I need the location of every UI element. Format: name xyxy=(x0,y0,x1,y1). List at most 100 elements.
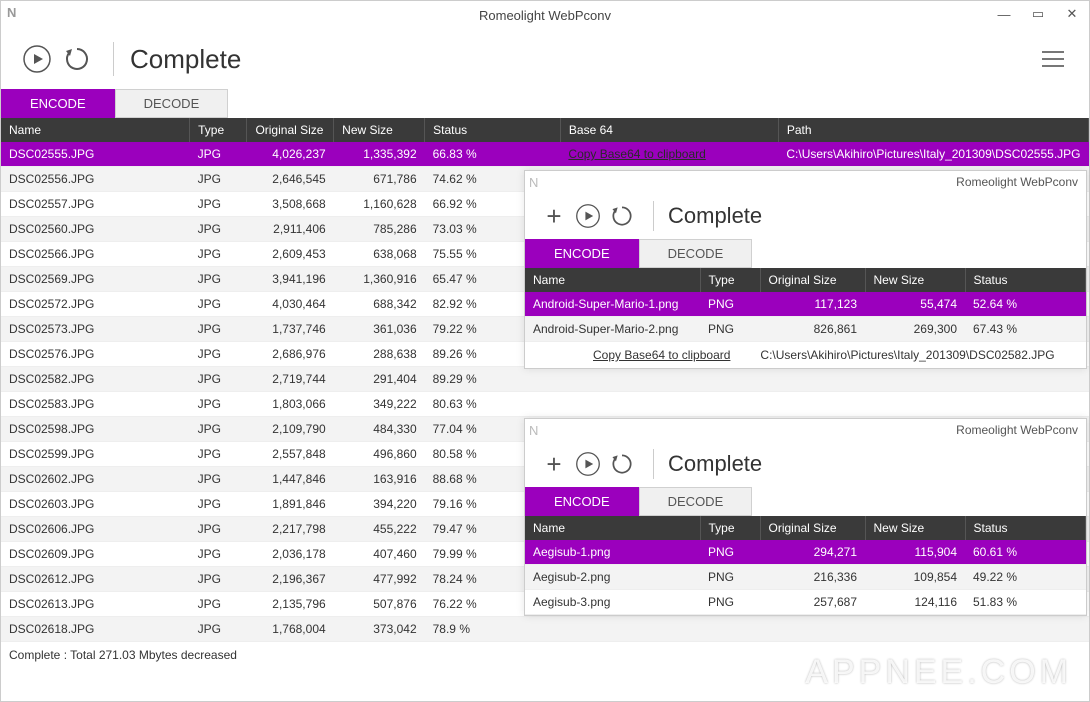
close-button[interactable]: ✕ xyxy=(1055,1,1089,27)
cell-name: DSC02566.JPG xyxy=(1,242,190,267)
table-row[interactable]: DSC02582.JPGJPG2,719,744291,40489.29 % xyxy=(1,367,1089,392)
table-row[interactable]: DSC02618.JPGJPG1,768,004373,04278.9 % xyxy=(1,617,1089,642)
sub-window-1: N Romeolight WebPconv + Complete ENCODE … xyxy=(524,170,1087,369)
play-button[interactable] xyxy=(571,447,605,481)
sub2-window-title: Romeolight WebPconv xyxy=(956,423,1078,437)
cell-type: JPG xyxy=(190,317,247,342)
col-status[interactable]: Status xyxy=(965,268,1086,292)
cell-name: DSC02569.JPG xyxy=(1,267,190,292)
col-new-size[interactable]: New Size xyxy=(865,516,965,540)
play-circle-icon xyxy=(575,451,601,477)
table-row[interactable]: DSC02555.JPGJPG4,026,2371,335,39266.83 %… xyxy=(1,142,1089,167)
cell-type: JPG xyxy=(190,342,247,367)
cell-new-size: 291,404 xyxy=(334,367,425,392)
col-original-size[interactable]: Original Size xyxy=(760,516,865,540)
col-name[interactable]: Name xyxy=(525,516,700,540)
cell-name: Aegisub-2.png xyxy=(525,565,700,590)
cell-name: DSC02582.JPG xyxy=(1,367,190,392)
cell-new-size: 394,220 xyxy=(334,492,425,517)
tab-encode[interactable]: ENCODE xyxy=(1,89,115,118)
col-type[interactable]: Type xyxy=(700,516,760,540)
app-logo-icon: N xyxy=(529,423,545,438)
cell-type: PNG xyxy=(700,565,760,590)
maximize-button[interactable]: ▭ xyxy=(1021,1,1055,27)
cell-original-size: 1,803,066 xyxy=(247,392,334,417)
tab-decode[interactable]: DECODE xyxy=(639,487,753,516)
minimize-button[interactable]: — xyxy=(987,1,1021,27)
cell-status: 89.29 % xyxy=(425,367,561,392)
cell-type: JPG xyxy=(190,592,247,617)
status-label: Complete xyxy=(130,44,241,75)
col-status[interactable]: Status xyxy=(965,516,1086,540)
table-row[interactable]: Android-Super-Mario-2.pngPNG826,861269,3… xyxy=(525,317,1086,342)
cell-base64 xyxy=(560,617,778,642)
cell-type: JPG xyxy=(190,367,247,392)
col-original-size[interactable]: Original Size xyxy=(247,118,334,142)
cell-type: JPG xyxy=(190,567,247,592)
cell-original-size: 2,646,545 xyxy=(247,167,334,192)
copy-base64-link[interactable]: Copy Base64 to clipboard xyxy=(568,147,705,161)
col-original-size[interactable]: Original Size xyxy=(760,268,865,292)
play-circle-icon xyxy=(575,203,601,229)
window-controls: — ▭ ✕ xyxy=(987,1,1089,27)
col-new-size[interactable]: New Size xyxy=(865,268,965,292)
cell-type: JPG xyxy=(190,242,247,267)
cell-path xyxy=(778,392,1088,417)
sub1-extra-row: Copy Base64 to clipboard C:\Users\Akihir… xyxy=(525,342,1086,368)
table-row[interactable]: DSC02583.JPGJPG1,803,066349,22280.63 % xyxy=(1,392,1089,417)
copy-base64-link[interactable]: Copy Base64 to clipboard xyxy=(593,348,730,362)
sub2-titlebar: N Romeolight WebPconv xyxy=(525,419,1086,441)
app-logo-icon: N xyxy=(529,175,545,190)
tab-decode[interactable]: DECODE xyxy=(639,239,753,268)
app-logo-icon: N xyxy=(7,5,27,25)
titlebar: N Romeolight WebPconv — ▭ ✕ xyxy=(1,1,1089,29)
cell-name: DSC02556.JPG xyxy=(1,167,190,192)
col-status[interactable]: Status xyxy=(425,118,561,142)
table-row[interactable]: Android-Super-Mario-1.pngPNG117,12355,47… xyxy=(525,292,1086,317)
col-type[interactable]: Type xyxy=(700,268,760,292)
add-button[interactable]: + xyxy=(537,449,571,480)
cell-original-size: 2,609,453 xyxy=(247,242,334,267)
cell-type: JPG xyxy=(190,217,247,242)
play-button[interactable] xyxy=(571,199,605,233)
cell-original-size: 257,687 xyxy=(760,590,865,615)
col-type[interactable]: Type xyxy=(190,118,247,142)
cell-original-size: 1,891,846 xyxy=(247,492,334,517)
reload-icon xyxy=(62,44,92,74)
cell-name: DSC02606.JPG xyxy=(1,517,190,542)
sub1-file-table: Name Type Original Size New Size Status … xyxy=(525,268,1086,342)
cell-type: PNG xyxy=(700,317,760,342)
col-name[interactable]: Name xyxy=(525,268,700,292)
col-new-size[interactable]: New Size xyxy=(334,118,425,142)
cell-new-size: 55,474 xyxy=(865,292,965,317)
table-row[interactable]: Aegisub-2.pngPNG216,336109,85449.22 % xyxy=(525,565,1086,590)
cell-original-size: 3,508,668 xyxy=(247,192,334,217)
cell-status: 51.83 % xyxy=(965,590,1086,615)
add-button[interactable]: + xyxy=(537,201,571,232)
cell-type: JPG xyxy=(190,492,247,517)
cell-original-size: 4,030,464 xyxy=(247,292,334,317)
table-row[interactable]: Aegisub-1.pngPNG294,271115,90460.61 % xyxy=(525,540,1086,565)
reload-button[interactable] xyxy=(605,447,639,481)
tab-decode[interactable]: DECODE xyxy=(115,89,229,118)
cell-name: DSC02613.JPG xyxy=(1,592,190,617)
col-base64[interactable]: Base 64 xyxy=(560,118,778,142)
window-title: Romeolight WebPconv xyxy=(479,8,611,23)
sub1-titlebar: N Romeolight WebPconv xyxy=(525,171,1086,193)
cell-name: DSC02572.JPG xyxy=(1,292,190,317)
col-name[interactable]: Name xyxy=(1,118,190,142)
hamburger-icon xyxy=(1038,44,1068,74)
play-button[interactable] xyxy=(17,39,57,79)
col-path[interactable]: Path xyxy=(778,118,1088,142)
cell-new-size: 688,342 xyxy=(334,292,425,317)
tab-encode[interactable]: ENCODE xyxy=(525,239,639,268)
cell-type: JPG xyxy=(190,442,247,467)
table-row[interactable]: Aegisub-3.pngPNG257,687124,11651.83 % xyxy=(525,590,1086,615)
tab-encode[interactable]: ENCODE xyxy=(525,487,639,516)
reload-button[interactable] xyxy=(57,39,97,79)
menu-button[interactable] xyxy=(1033,39,1073,79)
reload-button[interactable] xyxy=(605,199,639,233)
tabs: ENCODE DECODE xyxy=(1,89,1089,118)
cell-name: DSC02573.JPG xyxy=(1,317,190,342)
cell-base64 xyxy=(560,367,778,392)
